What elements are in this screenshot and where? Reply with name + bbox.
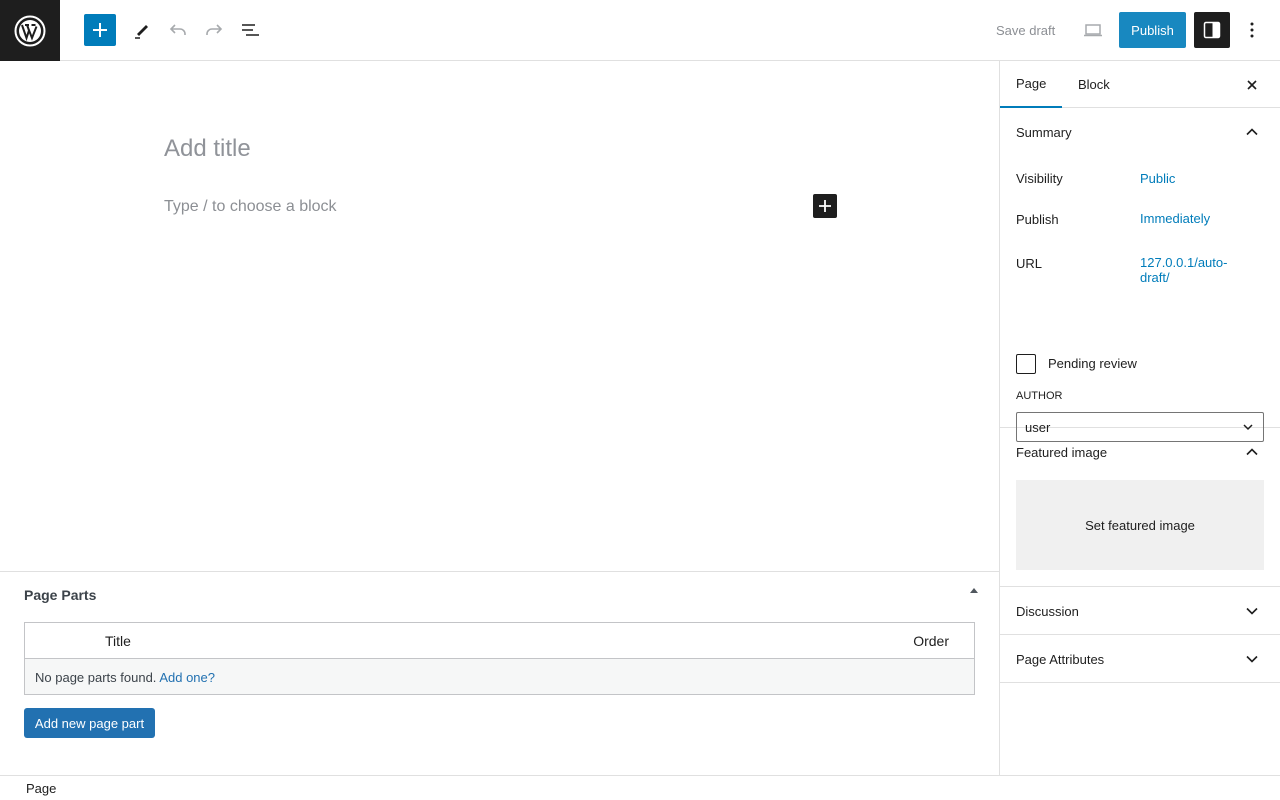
empty-message: No page parts found. Add one? — [35, 670, 215, 685]
settings-sidebar: Page Block Summary Visibility Public Pub… — [999, 61, 1280, 775]
preview-button[interactable] — [1075, 12, 1111, 48]
page-attributes-title: Page Attributes — [1016, 651, 1105, 667]
featured-image-toggle[interactable]: Featured image — [1000, 428, 1280, 476]
plus-icon — [93, 23, 107, 37]
add-one-link[interactable]: Add one? — [159, 670, 215, 685]
title-input[interactable]: Add title — [164, 135, 251, 163]
metabox-title: Page Parts — [24, 587, 97, 603]
sidebar-icon — [1203, 21, 1221, 39]
breadcrumb[interactable]: Page — [26, 781, 56, 796]
visibility-label: Visibility — [1016, 171, 1063, 186]
publish-button[interactable]: Publish — [1119, 12, 1186, 48]
more-vertical-icon — [1250, 22, 1254, 38]
chevron-down-icon — [1246, 655, 1258, 663]
settings-toggle-button[interactable] — [1194, 12, 1230, 48]
publish-label: Publish — [1016, 212, 1059, 227]
set-featured-image-button[interactable]: Set featured image — [1016, 480, 1264, 570]
table-header: Title Order — [25, 623, 974, 659]
editor-footer: Page — [0, 775, 1280, 800]
document-overview-button[interactable] — [232, 12, 268, 48]
close-icon — [1247, 80, 1257, 90]
discussion-title: Discussion — [1016, 603, 1079, 619]
featured-image-panel: Featured image Set featured image — [1000, 428, 1280, 587]
publish-date-value[interactable]: Immediately — [1140, 211, 1210, 226]
redo-button[interactable] — [196, 12, 232, 48]
editor-header: Save draft Publish — [0, 0, 1280, 61]
page-parts-metabox: Page Parts Title Order No page parts fou… — [0, 571, 999, 775]
wordpress-logo-button[interactable] — [0, 0, 60, 61]
redo-icon — [206, 24, 223, 35]
featured-image-title: Featured image — [1016, 444, 1108, 460]
discussion-toggle[interactable]: Discussion — [1000, 587, 1280, 635]
close-sidebar-button[interactable] — [1240, 73, 1264, 97]
page-attributes-panel: Page Attributes — [1000, 635, 1280, 683]
visibility-value[interactable]: Public — [1140, 171, 1175, 186]
save-draft-button[interactable]: Save draft — [984, 12, 1067, 48]
pencil-icon — [135, 25, 148, 39]
tab-page[interactable]: Page — [1000, 61, 1062, 108]
desktop-icon — [1084, 24, 1102, 37]
author-label: AUTHOR — [1016, 390, 1063, 402]
chevron-up-icon — [1246, 448, 1258, 456]
url-value[interactable]: 127.0.0.1/auto- draft/ — [1140, 255, 1227, 285]
column-order: Order — [913, 633, 949, 649]
tab-block[interactable]: Block — [1078, 61, 1110, 108]
page-parts-table: Title Order No page parts found. Add one… — [24, 622, 975, 695]
chevron-down-icon — [1246, 607, 1258, 615]
options-button[interactable] — [1234, 12, 1270, 48]
url-value-line2: draft/ — [1140, 270, 1170, 285]
undo-button[interactable] — [160, 12, 196, 48]
discussion-panel: Discussion — [1000, 587, 1280, 635]
chevron-up-icon — [1246, 128, 1258, 136]
caret-up-icon[interactable] — [970, 588, 978, 593]
column-title: Title — [105, 633, 131, 649]
summary-title: Summary — [1016, 124, 1072, 140]
wordpress-logo-icon — [14, 15, 46, 46]
summary-panel-toggle[interactable]: Summary — [1000, 108, 1280, 156]
block-add-button[interactable] — [813, 194, 837, 218]
page-attributes-toggle[interactable]: Page Attributes — [1000, 635, 1280, 683]
add-page-part-button[interactable]: Add new page part — [24, 708, 155, 738]
url-label: URL — [1016, 256, 1043, 271]
list-view-icon — [242, 24, 259, 36]
plus-icon — [819, 200, 831, 212]
block-appender[interactable]: Type / to choose a block — [164, 198, 337, 216]
block-inserter-button[interactable] — [84, 14, 116, 46]
pending-review-label[interactable]: Pending review — [1048, 356, 1137, 371]
table-row: No page parts found. Add one? — [25, 659, 974, 694]
pending-review-checkbox[interactable] — [1016, 354, 1036, 374]
summary-panel: Summary Visibility Public Publish Immedi… — [1000, 108, 1280, 442]
empty-text: No page parts found. — [35, 670, 157, 685]
undo-icon — [169, 24, 186, 35]
url-value-line1: 127.0.0.1/auto- — [1140, 255, 1228, 270]
sidebar-tabs: Page Block — [1000, 61, 1280, 108]
tools-edit-button[interactable] — [124, 12, 160, 48]
editor-canvas: Add title Type / to choose a block — [0, 61, 999, 571]
